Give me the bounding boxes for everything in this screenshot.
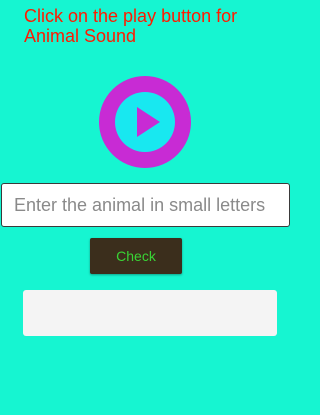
result-box (23, 290, 277, 336)
check-button[interactable]: Check (90, 238, 182, 274)
play-icon (99, 76, 191, 168)
play-button[interactable] (99, 76, 191, 168)
animal-input[interactable] (1, 183, 290, 227)
instruction-text: Click on the play button for Animal Soun… (24, 6, 238, 46)
